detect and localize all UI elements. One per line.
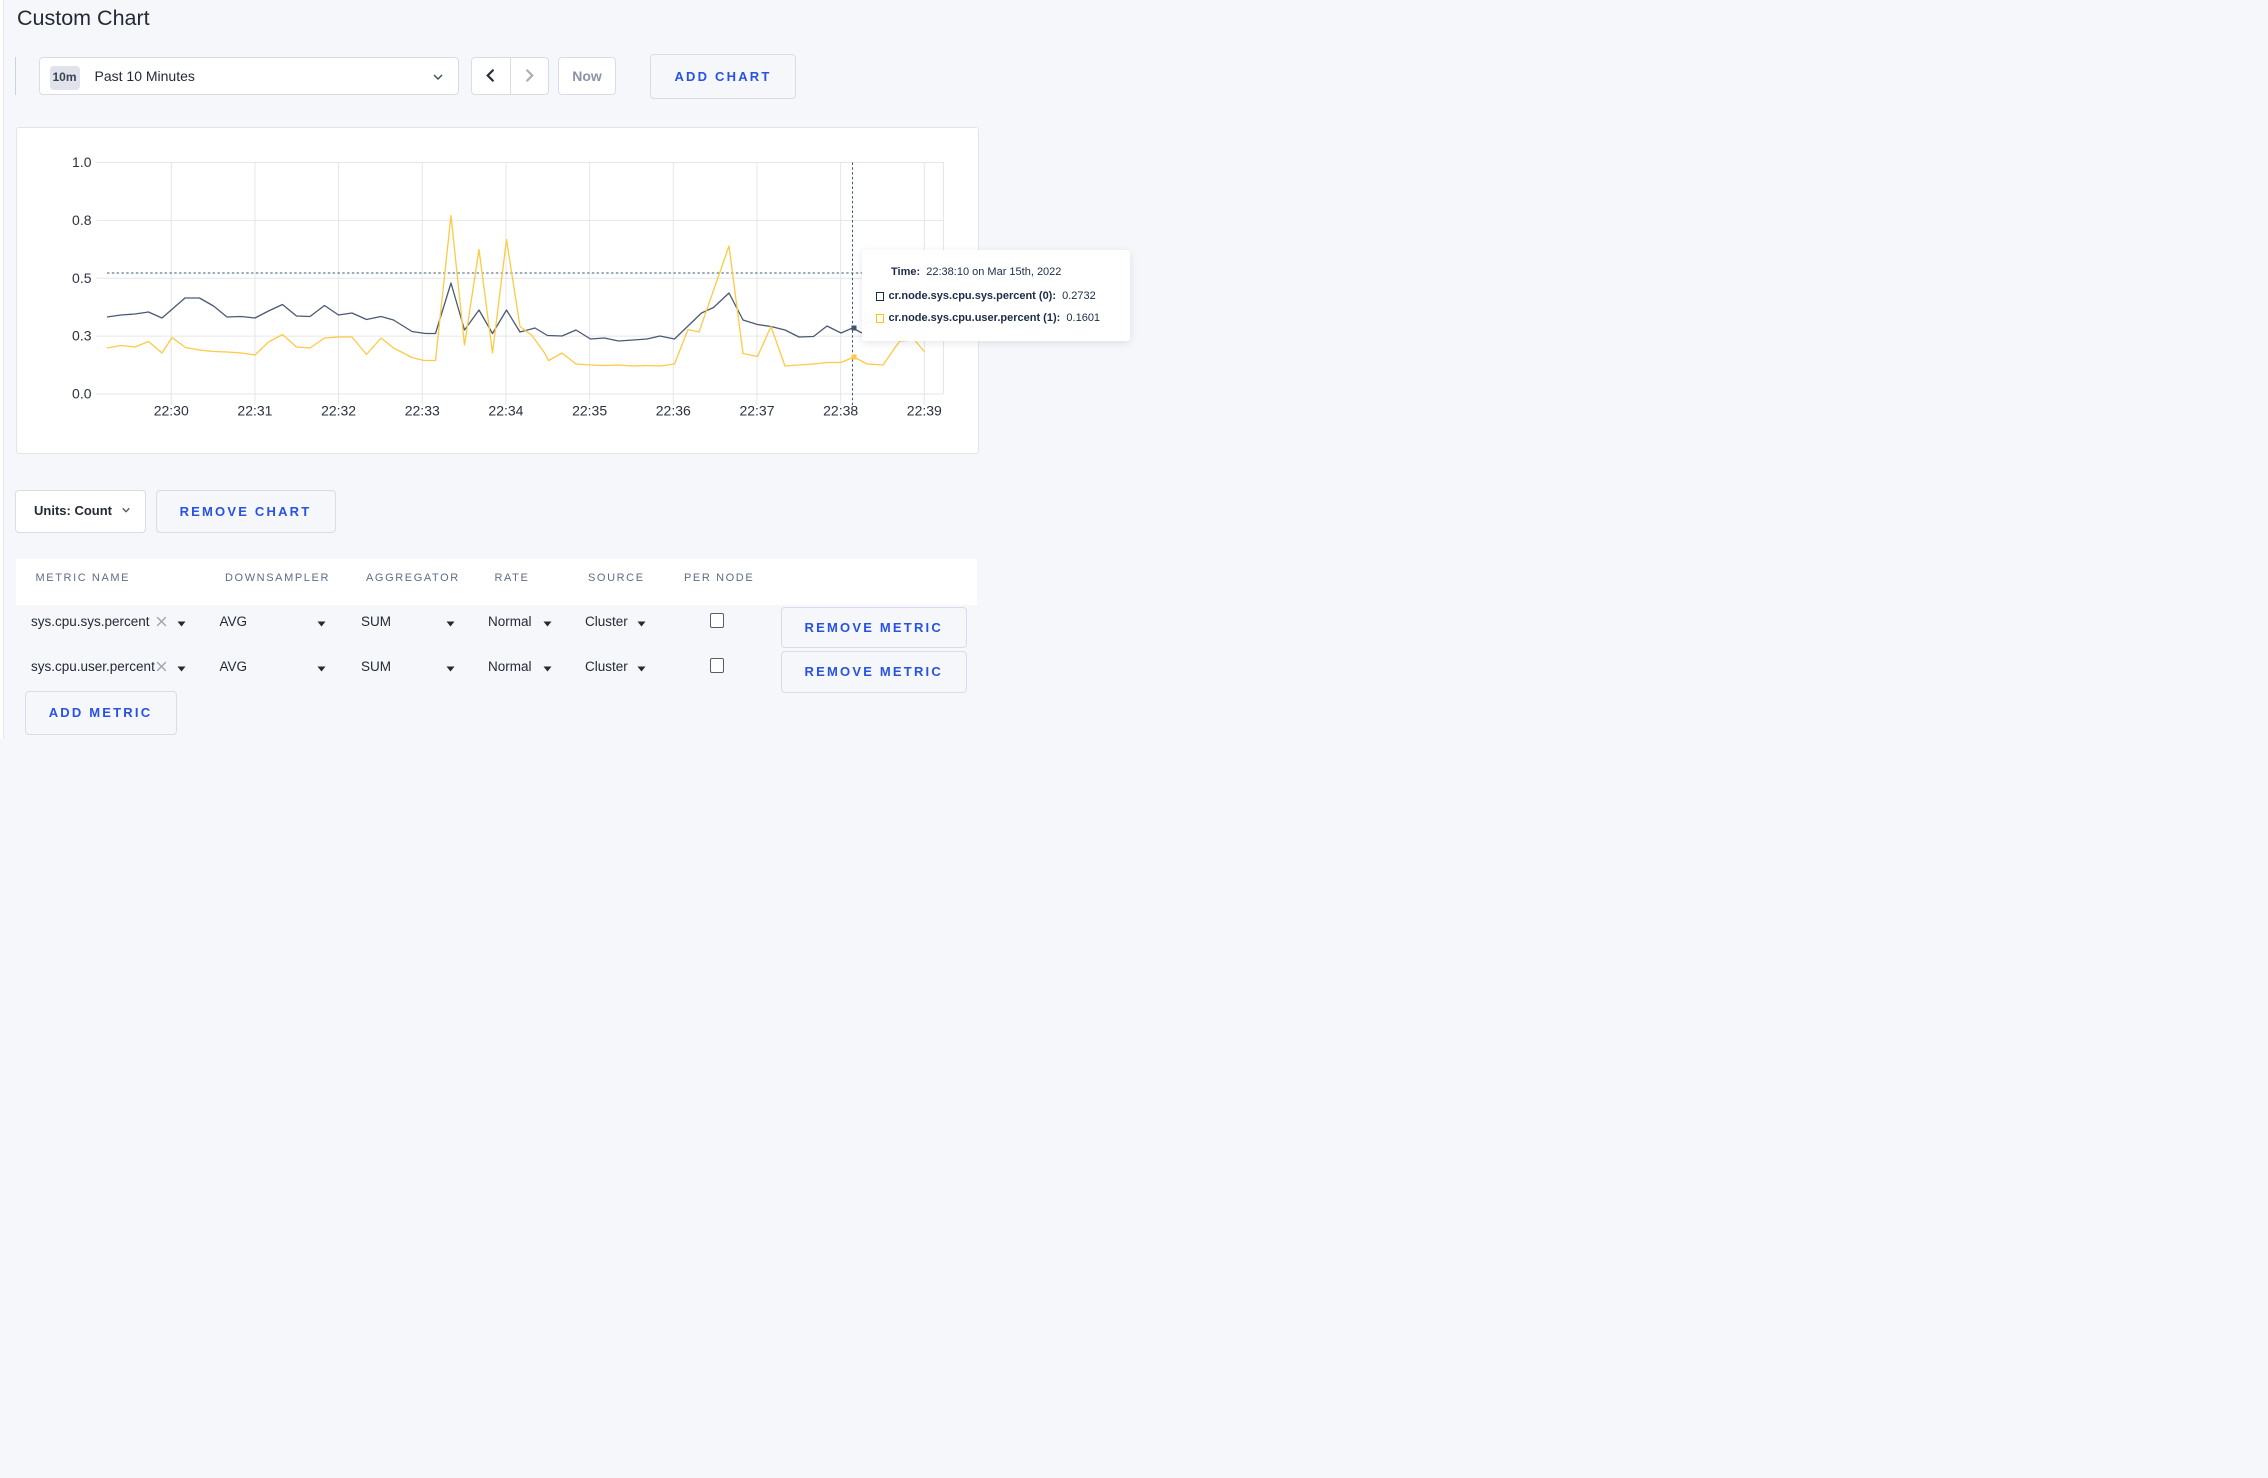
svg-text:22:32: 22:32	[321, 402, 356, 418]
svg-text:22:38: 22:38	[823, 402, 858, 418]
svg-text:1.0: 1.0	[72, 154, 92, 170]
svg-text:22:30: 22:30	[153, 402, 188, 418]
svg-text:0.5: 0.5	[72, 269, 92, 285]
svg-text:0.8: 0.8	[72, 211, 92, 227]
svg-text:22:36: 22:36	[655, 402, 690, 418]
svg-text:22:35: 22:35	[572, 402, 607, 418]
svg-text:0.3: 0.3	[72, 327, 92, 343]
svg-text:22:31: 22:31	[237, 402, 272, 418]
svg-text:22:39: 22:39	[906, 402, 941, 418]
svg-text:22:37: 22:37	[739, 402, 774, 418]
svg-text:0.0: 0.0	[72, 385, 92, 401]
svg-text:22:34: 22:34	[488, 402, 523, 418]
svg-text:22:33: 22:33	[404, 402, 439, 418]
